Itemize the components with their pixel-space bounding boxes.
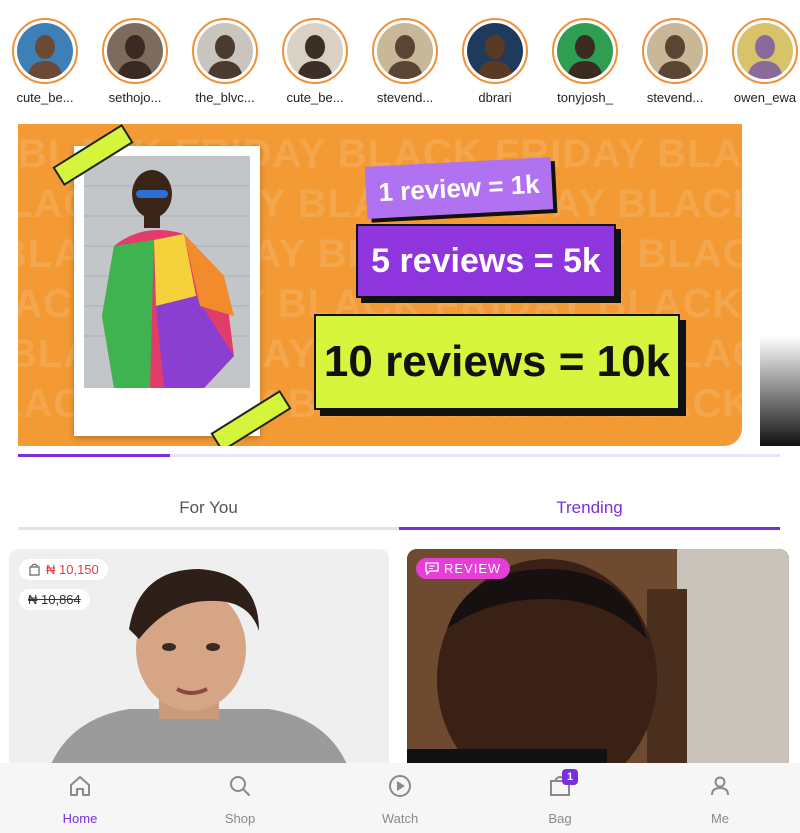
story-item[interactable]: the_blvc... [180, 0, 270, 112]
nav-bag-label: Bag [548, 811, 572, 826]
story-username: cute_be... [286, 90, 344, 105]
story-username: stevend... [376, 90, 434, 105]
stories-row: cute_be... sethojo... the_blvc... cute_be..… [0, 0, 800, 112]
tab-label: For You [179, 498, 238, 517]
nav-home-label: Home [62, 811, 98, 826]
story-avatar [467, 23, 523, 79]
story-item[interactable]: owen_ewa [720, 0, 800, 112]
story-username: tonyjosh_ [557, 90, 613, 105]
nav-bag[interactable]: 1 Bag [480, 763, 640, 833]
product-image [9, 549, 389, 769]
user-icon [711, 776, 729, 796]
home-icon [70, 776, 90, 796]
comment-icon [425, 562, 439, 575]
story-ring [102, 18, 168, 84]
old-price-chip: ₦ 10,864 [19, 589, 90, 610]
story-item[interactable]: cute_be... [0, 0, 90, 112]
story-ring [552, 18, 618, 84]
story-item[interactable]: stevend... [360, 0, 450, 112]
story-username: sethojo... [108, 90, 162, 105]
story-ring [732, 18, 798, 84]
polaroid-photo [74, 146, 260, 436]
bottom-nav: Home Shop Watch 1 Bag Me [0, 763, 800, 833]
tab-underline [18, 527, 399, 530]
story-avatar [737, 23, 793, 79]
feed-tabs: For You Trending [18, 490, 780, 532]
story-username: the_blvc... [195, 90, 255, 105]
product-card[interactable]: ₦ 10,150 ₦ 10,864 [9, 549, 389, 769]
review-video-card[interactable]: REVIEW [407, 549, 789, 769]
nav-me[interactable]: Me [640, 763, 800, 833]
review-video-thumbnail [407, 549, 789, 769]
search-icon [230, 776, 250, 796]
story-ring [642, 18, 708, 84]
tab-for-you[interactable]: For You [18, 490, 399, 532]
story-item[interactable]: tonyjosh_ [540, 0, 630, 112]
product-price: ₦ 10,150 [46, 562, 99, 577]
story-avatar [557, 23, 613, 79]
tab-trending[interactable]: Trending [399, 490, 780, 532]
nav-shop-label: Shop [224, 811, 256, 826]
promo-banner[interactable]: BLACK FRIDAY BLACK FRIDAY BLACK FRIDAY B… [18, 124, 742, 446]
story-avatar [197, 23, 253, 79]
review-label: REVIEW [444, 561, 502, 576]
story-username: cute_be... [16, 90, 74, 105]
review-badge: REVIEW [416, 558, 511, 579]
story-ring [192, 18, 258, 84]
story-ring [372, 18, 438, 84]
tab-label: Trending [556, 498, 623, 517]
story-avatar [107, 23, 163, 79]
story-item[interactable]: dbrari [450, 0, 540, 112]
banner-progress-track [18, 454, 780, 457]
story-avatar [17, 23, 73, 79]
nav-watch[interactable]: Watch [320, 763, 480, 833]
badge-10-reviews: 10 reviews = 10k [314, 314, 680, 410]
product-old-price: ₦ 10,864 [28, 592, 81, 607]
story-username: stevend... [646, 90, 704, 105]
nav-me-label: Me [710, 811, 730, 826]
nav-shop[interactable]: Shop [160, 763, 320, 833]
nav-watch-label: Watch [381, 811, 419, 826]
story-username: owen_ewa [733, 90, 797, 105]
bag-icon [29, 563, 40, 576]
badge-1-review: 1 review = 1k [364, 157, 554, 219]
price-chip: ₦ 10,150 [19, 559, 108, 580]
play-icon [389, 775, 411, 797]
story-ring [462, 18, 528, 84]
story-item[interactable]: stevend... [630, 0, 720, 112]
story-item[interactable]: sethojo... [90, 0, 180, 112]
story-ring [282, 18, 348, 84]
story-item[interactable]: cute_be... [270, 0, 360, 112]
story-avatar [647, 23, 703, 79]
badge-5-reviews: 5 reviews = 5k [356, 224, 616, 298]
story-username: dbrari [478, 90, 512, 105]
next-banner-peek[interactable] [760, 336, 800, 446]
story-avatar [287, 23, 343, 79]
nav-home[interactable]: Home [0, 763, 160, 833]
bag-count-badge: 1 [562, 769, 578, 785]
story-ring [12, 18, 78, 84]
tab-underline [399, 527, 780, 530]
model-photo [84, 156, 250, 388]
story-avatar [377, 23, 433, 79]
banner-progress-fill [18, 454, 171, 457]
